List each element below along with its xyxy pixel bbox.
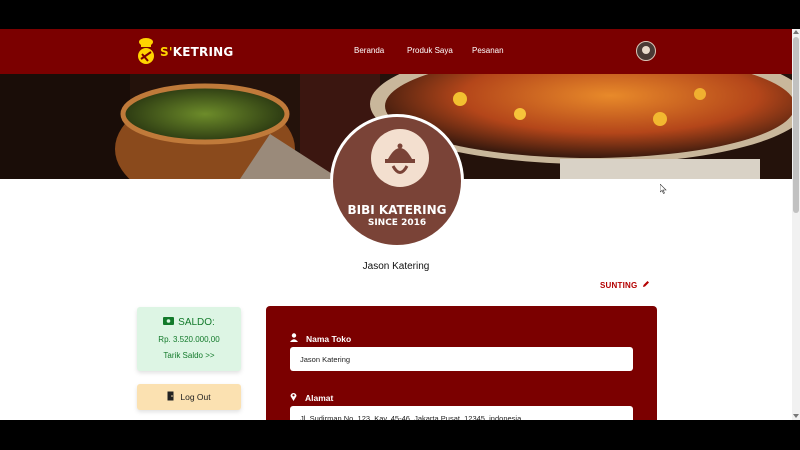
money-icon (163, 317, 175, 328)
alamat-input[interactable]: Jl. Sudirman No. 123, Kav. 45-46, Jakart… (290, 406, 633, 420)
field-label-text: Nama Toko (306, 333, 352, 344)
edit-profile-link[interactable]: SUNTING (600, 280, 650, 290)
logo-text-line1: BIBI KATERING (347, 203, 447, 217)
brand-name: S'KETRING (160, 45, 233, 59)
shop-name: Jason Katering (362, 261, 430, 272)
scroll-down-arrow-icon[interactable] (793, 414, 799, 418)
shop-logo: BIBI KATERING SINCE 2016 (330, 114, 464, 248)
logo-text-line2: SINCE 2016 (367, 218, 427, 228)
mouse-cursor-icon (659, 181, 667, 199)
user-icon (290, 333, 298, 344)
logout-label: Log Out (180, 392, 211, 402)
scroll-up-arrow-icon[interactable] (793, 30, 799, 34)
edit-label: SUNTING (600, 280, 638, 290)
brand-logo-link[interactable]: S'KETRING (136, 37, 233, 67)
logout-button[interactable]: Log Out (137, 384, 241, 410)
pencil-icon (642, 280, 650, 290)
nav-produk-saya[interactable]: Produk Saya (407, 46, 453, 55)
nama-toko-input[interactable]: Jason Katering (290, 347, 633, 371)
saldo-value: Rp. 3.520.000,00 (158, 335, 220, 344)
field-label-nama-toko: Nama Toko (290, 333, 351, 344)
shop-avatar-icon[interactable] (636, 41, 656, 61)
saldo-card: SALDO: Rp. 3.520.000,00 Tarik Saldo >> (137, 307, 241, 371)
cloche-icon (371, 129, 429, 187)
location-pin-icon (290, 392, 297, 403)
chef-hat-logo-icon (136, 37, 156, 67)
vertical-scrollbar[interactable] (792, 29, 800, 420)
shop-profile-form: Nama Toko Jason Katering Alamat Jl. Sudi… (266, 306, 657, 420)
saldo-title-text: SALDO: (178, 317, 215, 328)
withdraw-saldo-link[interactable]: Tarik Saldo >> (137, 351, 241, 360)
nav-beranda[interactable]: Beranda (354, 46, 384, 55)
saldo-title: SALDO: (137, 317, 241, 328)
brand-name-rest: KETRING (172, 45, 234, 59)
avatar-inner (642, 46, 650, 54)
browser-viewport: S'KETRING Beranda Produk Saya Pesanan BI… (0, 29, 792, 420)
field-label-text: Alamat (305, 392, 334, 403)
nav-pesanan[interactable]: Pesanan (472, 46, 504, 55)
door-icon (167, 391, 175, 403)
top-navbar: S'KETRING Beranda Produk Saya Pesanan (0, 29, 792, 74)
brand-name-mark: S' (160, 45, 173, 59)
field-label-alamat: Alamat (290, 392, 333, 403)
letterbox-bottom (0, 420, 800, 450)
scrollbar-thumb[interactable] (793, 37, 799, 213)
